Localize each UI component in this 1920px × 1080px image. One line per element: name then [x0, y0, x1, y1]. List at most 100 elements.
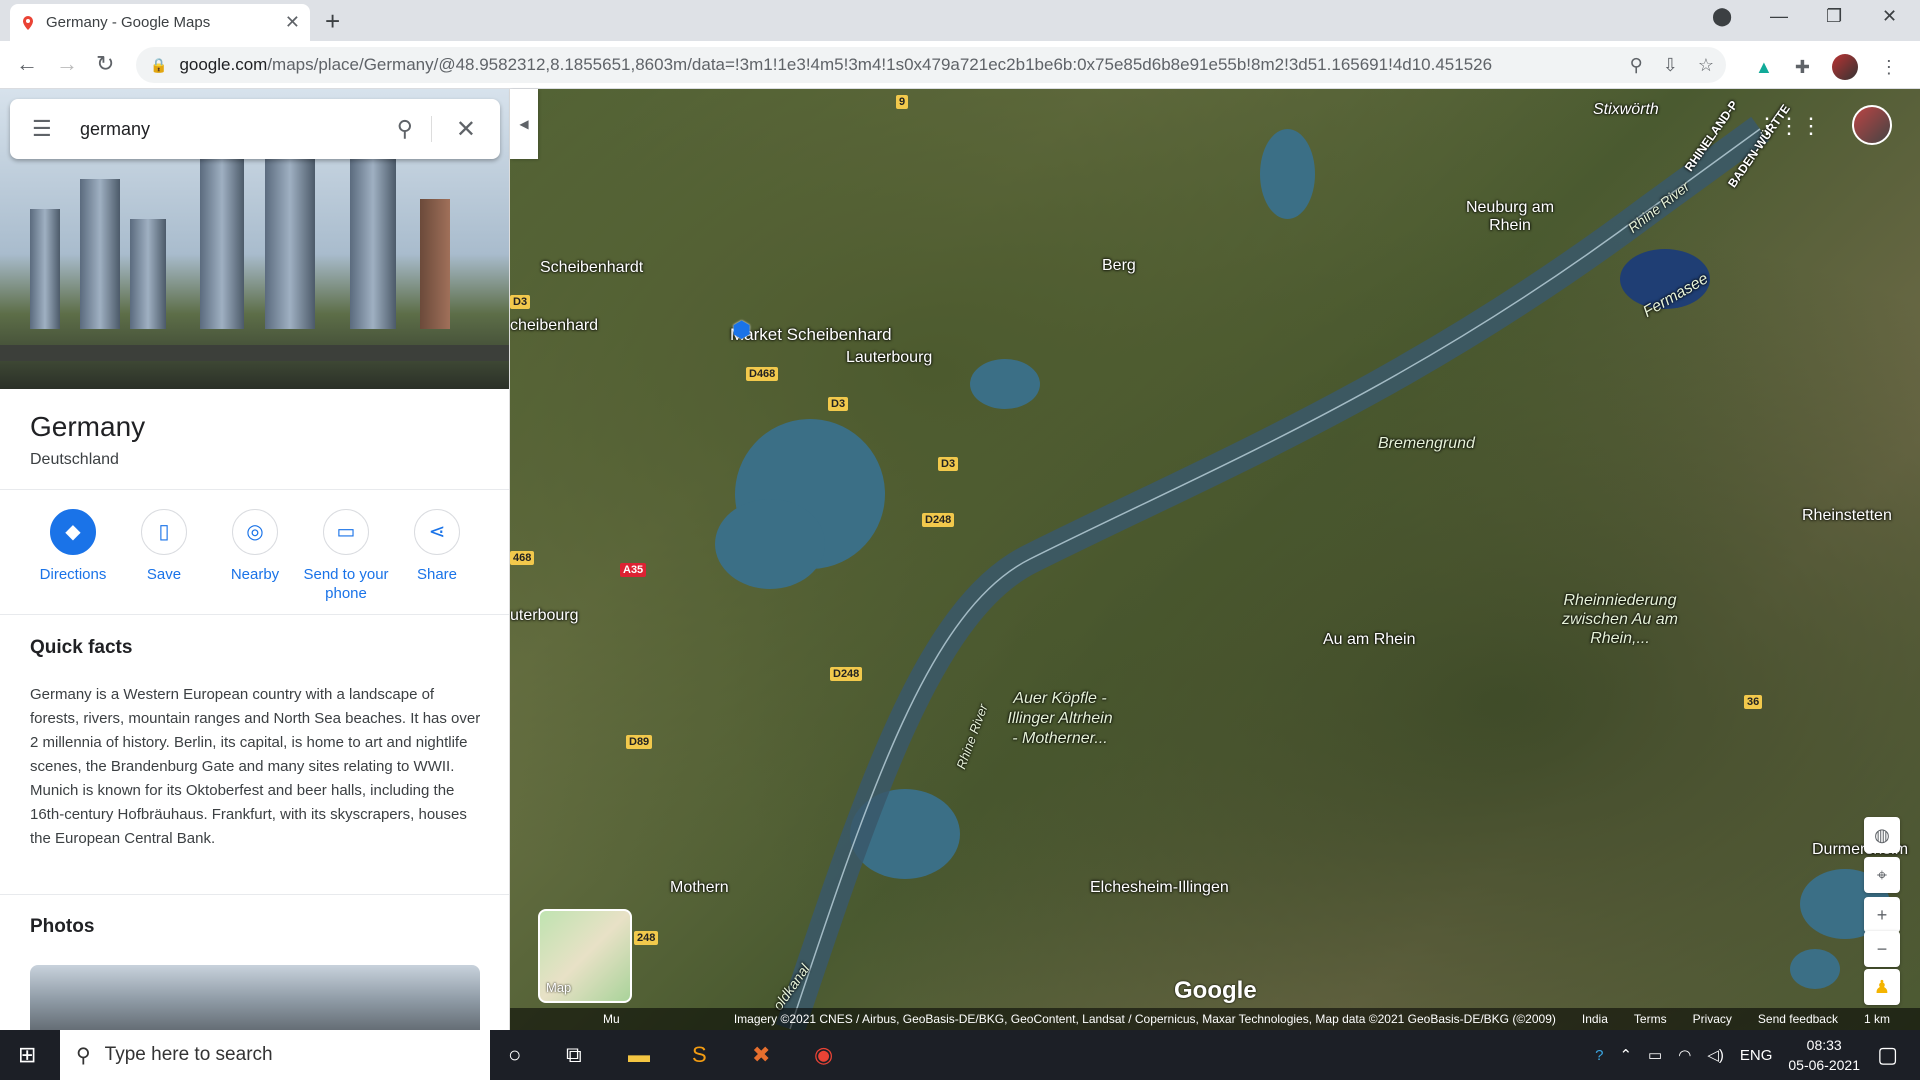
notifications-icon[interactable]: ▢ — [1877, 1042, 1898, 1068]
my-location-icon[interactable]: ⌖ — [1864, 857, 1900, 893]
label-elchesheim: Elchesheim-Illingen — [1090, 879, 1229, 896]
forward-icon[interactable]: → — [56, 51, 78, 77]
send-feedback-link[interactable]: Send feedback — [1758, 1012, 1838, 1026]
new-tab-icon[interactable]: + — [325, 6, 340, 37]
label-rheinstetten: Rheinstetten — [1802, 507, 1892, 524]
cortana-icon[interactable]: ○ — [508, 1042, 521, 1068]
road-tag: D468 — [746, 367, 779, 381]
google-apps-icon[interactable]: ⋮⋮⋮ — [1756, 113, 1822, 139]
location-icon[interactable]: ⚲ — [1630, 55, 1643, 76]
directions-label: Directions — [39, 566, 107, 583]
close-window-icon[interactable]: ✕ — [1882, 6, 1897, 27]
back-icon[interactable]: ← — [16, 51, 38, 77]
restore-icon[interactable]: ❐ — [1826, 6, 1842, 27]
pegman-icon[interactable]: ♟ — [1864, 969, 1900, 1005]
label-scheibenhard: cheibenhard — [510, 317, 599, 334]
account-avatar[interactable] — [1852, 105, 1892, 145]
send-to-phone-label: Send to your phone — [303, 566, 389, 602]
extensions-puzzle-icon[interactable]: ✚ — [1795, 57, 1810, 78]
road-tag: 36 — [1744, 695, 1763, 709]
label-au-am-rhein: Au am Rhein — [1323, 631, 1416, 648]
url-field[interactable]: 🔒 google.com/maps/place/Germany/@48.9582… — [136, 47, 1726, 83]
search-input[interactable]: germany — [80, 119, 379, 140]
profile-avatar[interactable] — [1831, 54, 1858, 80]
nearby-icon: ◎ — [232, 509, 278, 555]
browser-tab[interactable]: Germany - Google Maps ✕ — [10, 4, 310, 41]
profile-menu-icon[interactable]: ⬤ — [1712, 6, 1732, 27]
chrome-icon[interactable]: ◉ — [814, 1042, 833, 1068]
map-layer-label: Map — [546, 980, 572, 995]
show-hidden-icon[interactable]: ⌃ — [1619, 1046, 1632, 1064]
photos-heading: Photos — [30, 916, 95, 937]
volume-icon[interactable]: ◁) — [1707, 1046, 1724, 1064]
label-lauterbourg: Lauterbourg — [846, 349, 933, 366]
reload-icon[interactable]: ↻ — [96, 51, 114, 77]
windows-start-icon[interactable]: ⊞ — [18, 1042, 36, 1068]
directions-button[interactable]: ◆ Directions — [23, 509, 123, 584]
satellite-map[interactable]: Stixwörth RHINELAND-P BADEN-WÜRTTE Neubu… — [510, 89, 1920, 1030]
zoom-in-button[interactable]: + — [1864, 897, 1900, 933]
road-tag: D248 — [922, 513, 955, 527]
bookmark-star-icon[interactable]: ☆ — [1698, 55, 1714, 76]
taskbar-search[interactable]: ⚲ Type here to search — [60, 1030, 490, 1080]
url-path: /maps/place/Germany/@48.9582312,8.185565… — [267, 55, 1493, 74]
road-tag: 248 — [634, 931, 659, 945]
label-auer-kopfle: Auer Köpfle - Illinger Altrhein - Mother… — [1007, 690, 1113, 747]
label-scheibenhardt: Scheibenhardt — [540, 259, 644, 276]
extension-a-icon[interactable]: ▲ — [1755, 57, 1773, 78]
road-tag: D3 — [510, 295, 531, 309]
clock[interactable]: 08:33 05-06-2021 — [1788, 1035, 1860, 1075]
browser-tab-strip: Germany - Google Maps ✕ + ⬤ — ❐ ✕ — [0, 0, 1920, 41]
taskbar-search-placeholder: Type here to search — [104, 1044, 273, 1065]
label-mothern: Mothern — [670, 879, 729, 896]
language-indicator[interactable]: ENG — [1740, 1047, 1773, 1064]
privacy-link[interactable]: Privacy — [1693, 1012, 1732, 1026]
road-tag: A35 — [620, 563, 647, 577]
globe-icon[interactable]: ◍ — [1864, 817, 1900, 853]
xampp-icon[interactable]: ✖ — [752, 1042, 770, 1068]
install-icon[interactable]: ⇩ — [1663, 55, 1678, 76]
wifi-icon[interactable]: ◠ — [1678, 1046, 1691, 1064]
task-view-icon[interactable]: ⧉ — [566, 1042, 582, 1068]
nearby-button[interactable]: ◎ Nearby — [205, 509, 305, 584]
terms-link[interactable]: Terms — [1634, 1012, 1667, 1026]
region-link[interactable]: India — [1582, 1012, 1608, 1026]
help-icon[interactable]: ? — [1595, 1047, 1603, 1064]
shopping-pin-icon[interactable]: ⬢ — [732, 317, 751, 343]
road-tag: 468 — [510, 551, 535, 565]
map-attribution-bar: Mu Imagery ©2021 CNES / Airbus, GeoBasis… — [510, 1008, 1920, 1030]
save-label: Save — [146, 566, 182, 583]
search-icon[interactable]: ⚲ — [379, 116, 432, 142]
road-tag: D3 — [828, 397, 849, 411]
label-market-scheibenhard[interactable]: Market Scheibenhard — [730, 325, 892, 345]
label-bremengrund: Bremengrund — [1378, 435, 1475, 452]
share-button[interactable]: ⋖ Share — [387, 509, 487, 584]
save-button[interactable]: ▯ Save — [114, 509, 214, 584]
maps-search-box: ☰ germany ⚲ ✕ — [10, 99, 500, 159]
send-to-phone-button[interactable]: ▭ Send to your phone — [296, 509, 396, 603]
road-tag: D89 — [626, 735, 653, 749]
file-explorer-icon[interactable]: ▬ — [628, 1042, 650, 1068]
system-tray: ? ⌃ ▭ ◠ ◁) ENG 08:33 05-06-2021 — [1595, 1030, 1860, 1080]
collapse-panel-button[interactable]: ◀ — [510, 89, 538, 159]
close-tab-icon[interactable]: ✕ — [285, 12, 300, 33]
quick-facts-text: Germany is a Western European country wi… — [30, 686, 481, 847]
search-icon: ⚲ — [76, 1044, 91, 1067]
label-stixworth: Stixwörth — [1593, 101, 1659, 118]
menu-icon[interactable]: ☰ — [32, 116, 56, 142]
chrome-menu-icon[interactable]: ⋮ — [1880, 57, 1898, 78]
scale-bar[interactable]: 1 km — [1864, 1012, 1890, 1026]
attribution-imagery: Imagery ©2021 CNES / Airbus, GeoBasis-DE… — [733, 1012, 1556, 1026]
sublime-text-icon[interactable]: S — [692, 1042, 707, 1068]
place-subtitle: Deutschland — [30, 451, 119, 468]
photo-thumbnail[interactable] — [30, 965, 480, 1030]
minimize-icon[interactable]: — — [1770, 6, 1788, 27]
clear-icon[interactable]: ✕ — [432, 115, 500, 144]
maps-pin-icon — [23, 15, 33, 30]
battery-icon[interactable]: ▭ — [1648, 1046, 1662, 1064]
zoom-out-button[interactable]: − — [1864, 931, 1900, 967]
directions-icon: ◆ — [50, 509, 96, 555]
windows-taskbar: ⊞ ⚲ Type here to search ○ ⧉ ▬ S ✖ ◉ ? ⌃ … — [0, 1030, 1920, 1080]
clock-time: 08:33 — [1806, 1037, 1842, 1053]
map-layer-toggle[interactable]: Map — [538, 909, 632, 1003]
